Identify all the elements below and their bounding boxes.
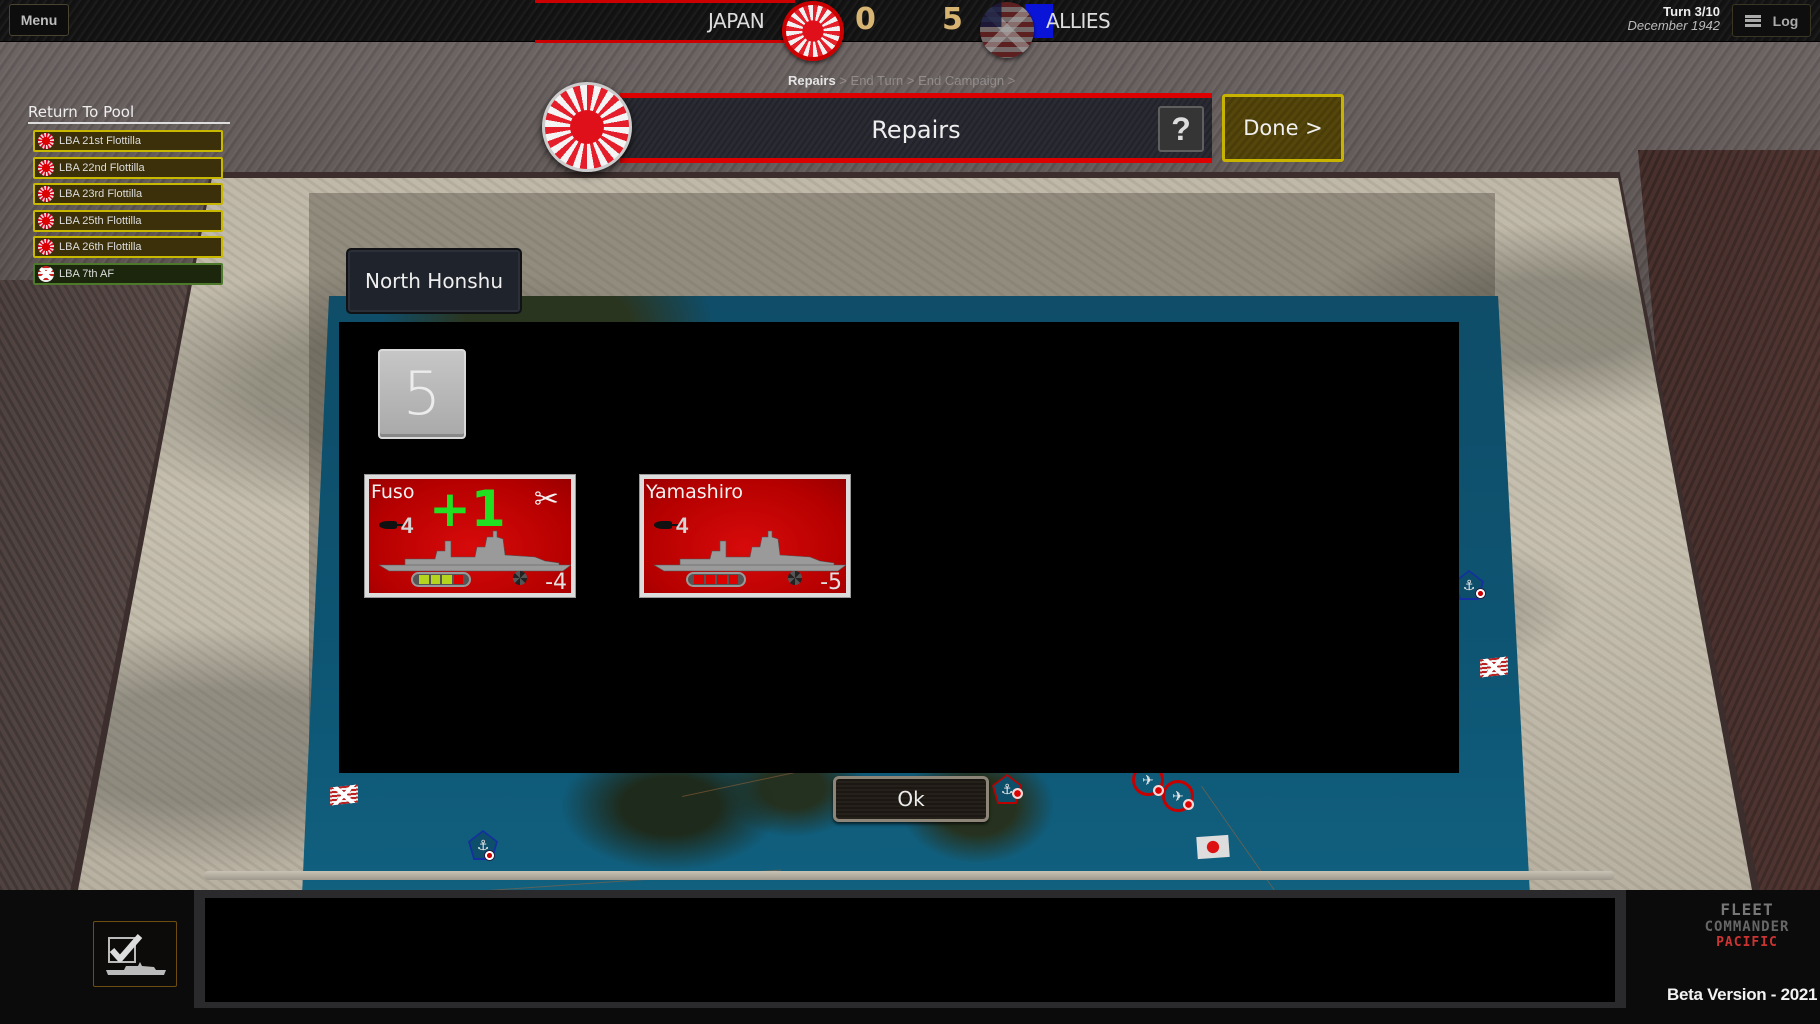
phase-current: Repairs: [788, 73, 836, 88]
allied-roundel-icon: [484, 850, 495, 861]
ship-defense: -5: [820, 570, 842, 593]
health-bar: [411, 572, 471, 587]
health-bar: [686, 572, 746, 587]
team-japan-label: JAPAN: [708, 9, 765, 33]
top-bar: Menu JAPAN 0 5 ALLIES Turn 3/10 December…: [0, 0, 1820, 61]
pool-item[interactable]: LBA 22nd Flottilla: [33, 156, 223, 179]
logo-line: PACIFIC: [1716, 935, 1778, 950]
ship-card-fuso[interactable]: Fuso 4 +1 ✂ -4: [364, 474, 576, 598]
allied-flag-icon[interactable]: [330, 784, 358, 806]
health-pip: [442, 575, 452, 584]
message-panel: [205, 898, 1615, 1002]
phase-header: Repairs: [620, 93, 1212, 163]
japan-roundel-icon: [38, 186, 54, 202]
logo-line: COMMANDER: [1704, 919, 1790, 935]
health-pip: [430, 575, 440, 584]
menu-button[interactable]: Menu: [9, 4, 69, 36]
allies-roundel-icon: [38, 265, 54, 282]
anchor-icon: ⚓: [1462, 576, 1476, 593]
pool-item[interactable]: LBA 7th AF: [33, 262, 223, 285]
health-pip: [453, 575, 463, 584]
phase-title: Repairs: [871, 116, 961, 144]
health-pip: [419, 575, 429, 584]
repair-tools-icon[interactable]: ✂: [534, 485, 559, 515]
help-button[interactable]: ?: [1158, 106, 1204, 152]
team-allies-label: ALLIES: [1046, 9, 1111, 33]
japan-roundel-icon: [1153, 785, 1164, 796]
turn-counter: Turn 3/10: [1663, 4, 1720, 19]
japan-roundel-icon: [38, 133, 54, 149]
japan-roundel-icon: [38, 159, 54, 176]
die-result: 5: [378, 349, 466, 439]
pool-item-label: LBA 23rd Flottilla: [59, 188, 143, 200]
pool-item-label: LBA 26th Flottilla: [59, 241, 142, 253]
japan-flag-icon[interactable]: [1196, 834, 1230, 860]
health-pip: [717, 575, 727, 584]
pool-item[interactable]: LBA 21st Flottilla: [33, 130, 223, 152]
plane-icon: ✈: [1142, 771, 1154, 788]
pool-item-label: LBA 7th AF: [59, 267, 115, 280]
ship-defense: -4: [545, 570, 567, 593]
ship-card-yamashiro[interactable]: Yamashiro 4 -5: [639, 474, 851, 598]
battleship-silhouette-icon: [652, 530, 846, 572]
pool-item-label: LBA 21st Flottilla: [59, 135, 141, 147]
health-pip: [694, 575, 704, 584]
turn-info: Turn 3/10 December 1942: [1628, 5, 1721, 33]
pool-item[interactable]: LBA 25th Flottilla: [33, 209, 223, 232]
japan-roundel-icon: [1183, 799, 1194, 810]
japan-roundel-icon: [38, 239, 54, 255]
pool-item-label: LBA 22nd Flottilla: [59, 161, 145, 174]
japan-accent-line: [535, 0, 795, 3]
hamburger-icon: [1744, 14, 1761, 27]
health-pip: [705, 575, 715, 584]
health-pip: [728, 575, 738, 584]
pool-item[interactable]: LBA 23rd Flottilla: [33, 183, 223, 205]
allied-flag-icon[interactable]: [1480, 656, 1508, 678]
region-title: North Honshu: [346, 248, 522, 314]
plane-icon: ✈: [1172, 787, 1184, 804]
battleship-silhouette-icon: [377, 530, 571, 572]
pool-item[interactable]: LBA 26th Flottilla: [33, 236, 223, 258]
japan-roundel-icon: [38, 212, 54, 229]
ok-button[interactable]: Ok: [833, 776, 989, 822]
ship-name: Fuso: [371, 481, 415, 503]
turn-date: December 1942: [1627, 18, 1721, 33]
allies-score: 5: [942, 2, 963, 37]
return-to-pool-title: Return To Pool: [28, 103, 230, 124]
checkbox-ship-icon: [106, 934, 166, 975]
propeller-icon: [788, 571, 802, 585]
japan-roundel-icon: [1012, 788, 1023, 799]
confirm-fleet-button[interactable]: [93, 921, 177, 987]
propeller-icon: [513, 571, 527, 585]
version-label: Beta Version - 2021: [1667, 985, 1818, 1004]
japan-score: 0: [855, 2, 876, 37]
phase-breadcrumb: Repairs > End Turn > End Campaign >: [788, 73, 1015, 88]
log-label: Log: [1772, 12, 1799, 29]
board-rail: [204, 871, 1614, 880]
pool-list: LBA 21st Flottilla LBA 22nd Flottilla LB…: [33, 130, 223, 289]
japan-rising-sun-icon: [542, 82, 632, 172]
logo-line: FLEET: [1720, 900, 1774, 919]
ship-name: Yamashiro: [646, 481, 744, 503]
log-button[interactable]: Log: [1732, 4, 1811, 37]
game-logo: FLEET COMMANDER PACIFIC: [1688, 900, 1806, 980]
allies-flag-icon: [980, 2, 1034, 58]
phase-upcoming: > End Turn > End Campaign >: [835, 73, 1016, 88]
pool-item-label: LBA 25th Flottilla: [59, 214, 142, 227]
done-button[interactable]: Done >: [1222, 94, 1344, 162]
allied-roundel-icon: [1475, 588, 1486, 599]
japan-rising-sun-icon: [782, 1, 844, 61]
japan-accent-line: [535, 40, 795, 43]
